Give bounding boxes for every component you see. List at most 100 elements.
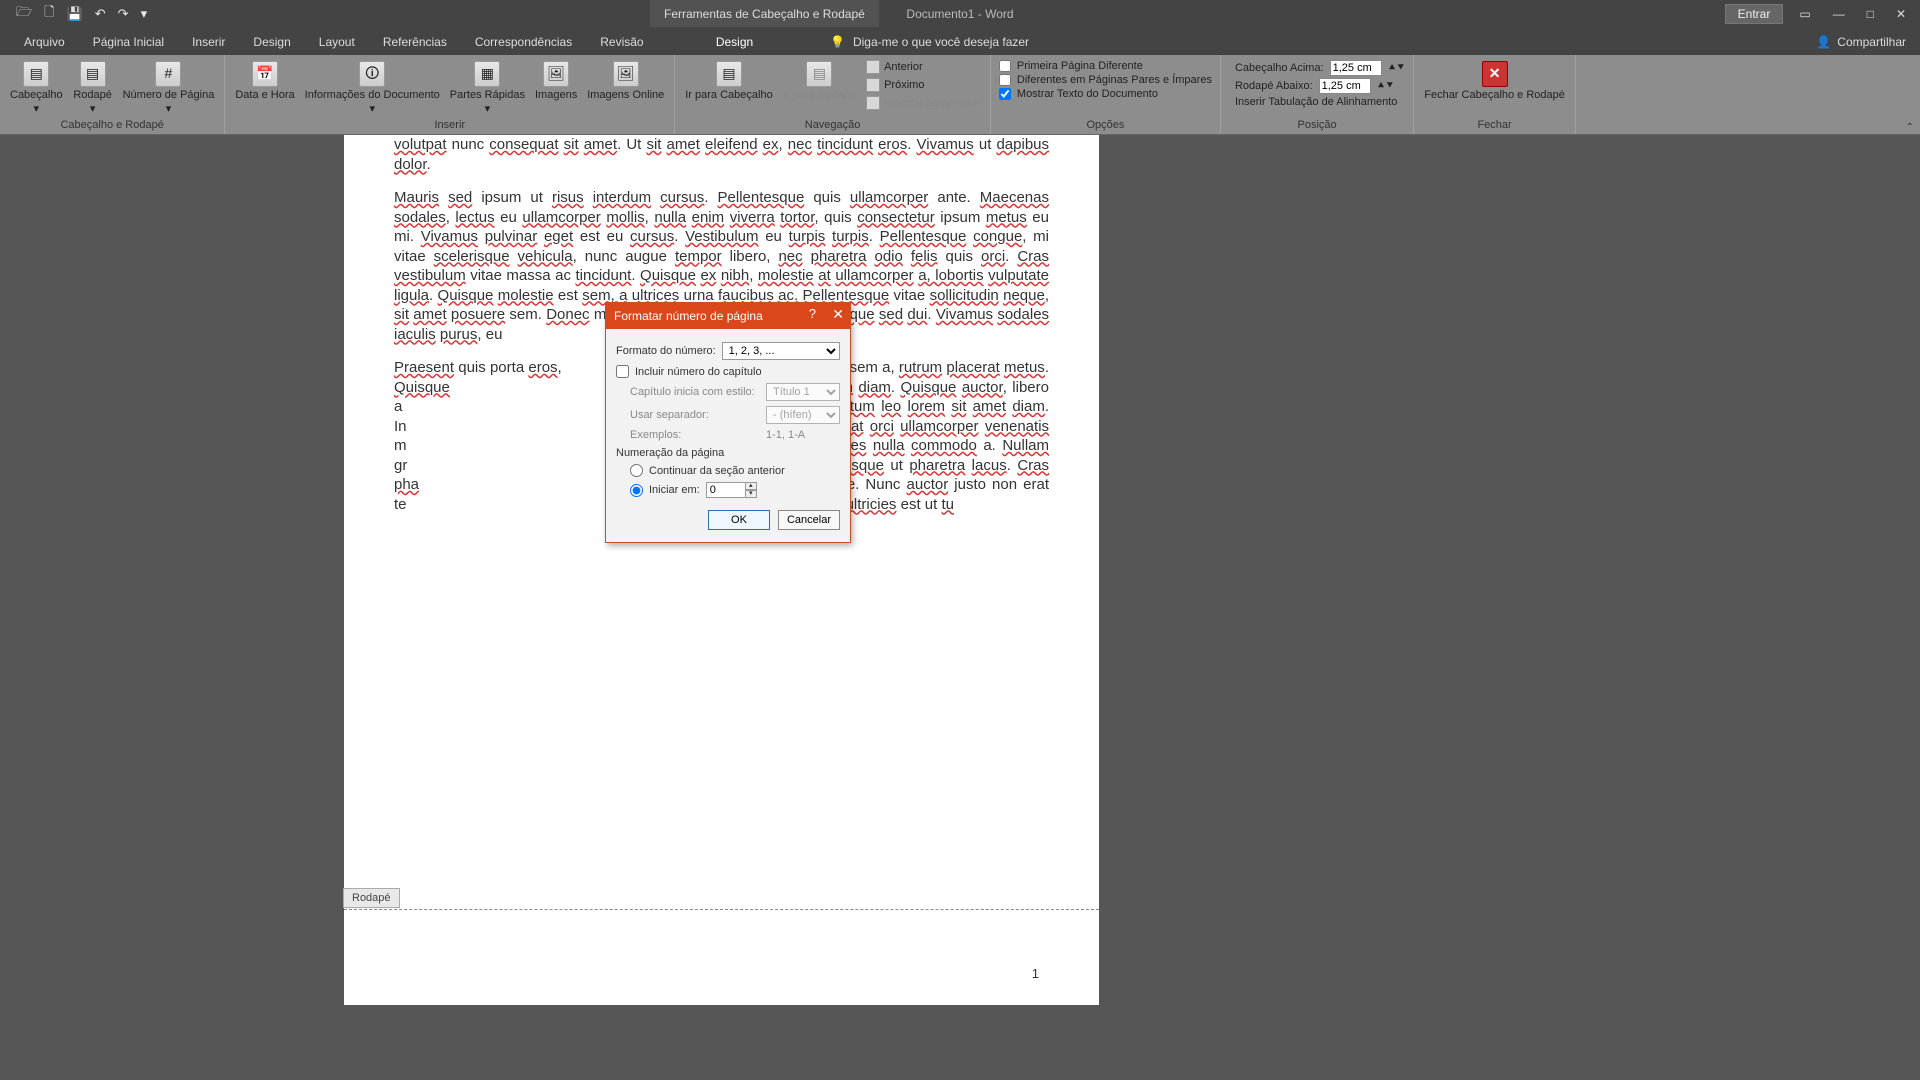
- footer-zone[interactable]: Rodapé: [344, 909, 1099, 957]
- next-button[interactable]: Próximo: [864, 77, 982, 93]
- goto-header-label: Ir para Cabeçalho: [685, 89, 772, 101]
- startat-radio[interactable]: [630, 484, 643, 497]
- next-label: Próximo: [884, 79, 924, 91]
- footer-tag: Rodapé: [343, 888, 400, 908]
- group-label: Navegação: [683, 117, 982, 134]
- ribbon-display-icon[interactable]: ▭: [1793, 7, 1816, 21]
- link-label: Vincular ao Anterior: [884, 97, 980, 109]
- chapter-style-label: Capítulo inicia com estilo:: [630, 386, 760, 398]
- footer-button[interactable]: ▤Rodapé▾: [71, 59, 115, 117]
- tab-file[interactable]: Arquivo: [10, 29, 79, 55]
- goto-footer-icon: ▤: [806, 61, 832, 87]
- goto-header-button[interactable]: ▤ Ir para Cabeçalho: [683, 59, 774, 103]
- qat-customize-icon[interactable]: ▾: [141, 6, 148, 22]
- quickparts-icon: ▦: [474, 61, 500, 87]
- link-icon: [866, 96, 880, 110]
- collapse-ribbon-icon[interactable]: ⌃: [1906, 122, 1914, 133]
- share-button[interactable]: 👤 Compartilhar: [1816, 29, 1906, 55]
- onlinepics-icon: 🖼: [613, 61, 639, 87]
- link-previous-button: Vincular ao Anterior: [864, 95, 982, 111]
- onlinepics-label: Imagens Online: [587, 89, 664, 101]
- diff-first-label: Primeira Página Diferente: [1017, 60, 1143, 72]
- dropdown-icon: ▾: [166, 103, 172, 115]
- page-number: 1: [1032, 966, 1039, 983]
- tab-mailings[interactable]: Correspondências: [461, 29, 586, 55]
- tell-me-search[interactable]: 💡 Diga-me o que você deseja fazer: [830, 29, 1029, 55]
- qat-new-icon[interactable]: 🗋: [44, 3, 54, 25]
- spin-down-icon[interactable]: ▾: [745, 490, 757, 498]
- spin-up-icon[interactable]: ▴: [745, 482, 757, 490]
- contextual-tab-title: Ferramentas de Cabeçalho e Rodapé: [650, 0, 879, 27]
- calendar-icon: 📅: [252, 61, 278, 87]
- number-format-select[interactable]: 1, 2, 3, ...: [722, 342, 840, 360]
- pictures-button[interactable]: 🖼Imagens: [533, 59, 579, 103]
- tell-me-label: Diga-me o que você deseja fazer: [853, 35, 1029, 49]
- group-label: Opções: [999, 117, 1212, 134]
- header-top-input[interactable]: [1330, 60, 1382, 76]
- continue-radio[interactable]: [630, 464, 643, 477]
- header-label: Cabeçalho: [10, 89, 63, 101]
- tab-layout[interactable]: Layout: [305, 29, 369, 55]
- tab-hf-design[interactable]: Design: [650, 29, 819, 55]
- pagenumber-label: Número de Página: [123, 89, 215, 101]
- dialog-title: Formatar número de página: [614, 309, 763, 323]
- datetime-button[interactable]: 📅Data e Hora: [233, 59, 296, 103]
- qat-undo-icon[interactable]: ↶: [95, 6, 106, 22]
- signin-button[interactable]: Entrar: [1725, 4, 1784, 24]
- qat-redo-icon[interactable]: ↷: [118, 6, 129, 22]
- dropdown-icon: ▾: [90, 103, 96, 115]
- qat-open-icon[interactable]: 🗁: [16, 3, 32, 25]
- diff-oddeven-checkbox[interactable]: Diferentes em Páginas Pares e Ímpares: [999, 73, 1212, 87]
- footer-label: Rodapé: [73, 89, 112, 101]
- maximize-icon[interactable]: □: [1861, 7, 1880, 21]
- close-hf-label: Fechar Cabeçalho e Rodapé: [1424, 89, 1565, 101]
- dialog-help-icon[interactable]: ?: [809, 306, 816, 321]
- previous-icon: [866, 60, 880, 74]
- docinfo-button[interactable]: 🛈Informações do Documento▾: [303, 59, 442, 117]
- document-page[interactable]: volutpat nunc consequat sit amet. Ut sit…: [344, 135, 1099, 1005]
- close-hf-button[interactable]: ✕Fechar Cabeçalho e Rodapé: [1422, 59, 1567, 103]
- startat-input[interactable]: [706, 482, 746, 498]
- share-label: Compartilhar: [1837, 35, 1906, 49]
- group-label: Cabeçalho e Rodapé: [8, 117, 216, 134]
- qat-save-icon[interactable]: 💾: [67, 6, 83, 22]
- minimize-icon[interactable]: —: [1827, 7, 1851, 21]
- chapter-style-select: Título 1: [766, 383, 840, 401]
- previous-label: Anterior: [884, 61, 923, 73]
- dropdown-icon: ▾: [369, 103, 375, 115]
- continue-label: Continuar da seção anterior: [649, 465, 785, 477]
- dropdown-icon: ▾: [485, 103, 491, 115]
- tab-references[interactable]: Referências: [369, 29, 461, 55]
- show-doc-checkbox[interactable]: Mostrar Texto do Documento: [999, 87, 1212, 101]
- spinner-icon[interactable]: ⯅⯆: [1388, 62, 1406, 75]
- header-button[interactable]: ▤Cabeçalho▾: [8, 59, 65, 117]
- goto-footer-button: ▤ Ir para Rodapé: [781, 59, 858, 103]
- spinner-icon[interactable]: ⯅⯆: [1377, 80, 1395, 93]
- diff-first-checkbox[interactable]: Primeira Página Diferente: [999, 59, 1212, 73]
- pictures-label: Imagens: [535, 89, 577, 101]
- align-tab-button[interactable]: Inserir Tabulação de Alinhamento: [1229, 95, 1405, 109]
- cancel-button[interactable]: Cancelar: [778, 510, 840, 530]
- tab-home[interactable]: Página Inicial: [79, 29, 178, 55]
- pagenumber-button[interactable]: #Número de Página▾: [121, 59, 217, 117]
- tab-review[interactable]: Revisão: [586, 29, 657, 55]
- document-title: Documento1 - Word: [906, 7, 1013, 21]
- onlinepics-button[interactable]: 🖼 Imagens Online: [585, 59, 666, 103]
- tab-design[interactable]: Design: [239, 29, 304, 55]
- quickparts-button[interactable]: ▦ Partes Rápidas ▾: [448, 59, 527, 117]
- next-icon: [866, 78, 880, 92]
- goto-header-icon: ▤: [716, 61, 742, 87]
- tab-insert[interactable]: Inserir: [178, 29, 239, 55]
- include-chapter-checkbox[interactable]: [616, 365, 629, 378]
- footer-bottom-input[interactable]: [1319, 78, 1371, 94]
- ok-button[interactable]: OK: [708, 510, 770, 530]
- footer-bottom-label: Rodapé Abaixo:: [1235, 80, 1313, 92]
- previous-button[interactable]: Anterior: [864, 59, 982, 75]
- dialog-close-icon[interactable]: ✕: [832, 306, 844, 323]
- close-icon[interactable]: ✕: [1890, 7, 1912, 21]
- separator-select: - (hífen): [766, 406, 840, 424]
- dropdown-icon: ▾: [34, 103, 40, 115]
- quickparts-label: Partes Rápidas: [450, 89, 525, 101]
- group-label: Fechar: [1422, 117, 1567, 134]
- goto-footer-label: Ir para Rodapé: [783, 89, 856, 101]
